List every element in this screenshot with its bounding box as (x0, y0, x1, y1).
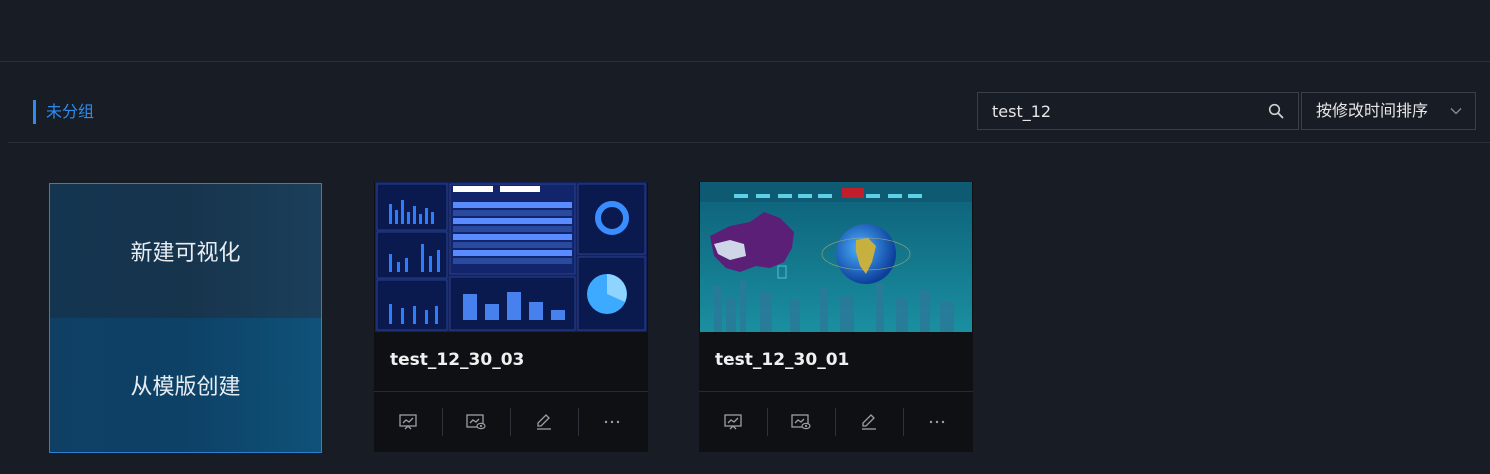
more-icon (929, 420, 945, 424)
project-card[interactable]: test_12_30_01 (699, 182, 973, 452)
present-button[interactable] (374, 406, 442, 438)
create-from-template-label: 从模版创建 (130, 375, 241, 400)
project-card[interactable]: test_12_30_03 (374, 182, 648, 452)
present-button[interactable] (699, 406, 767, 438)
edit-button[interactable] (510, 406, 578, 438)
preview-icon (791, 414, 811, 430)
more-button[interactable] (903, 406, 971, 438)
sort-label: 按修改时间排序 (1316, 101, 1429, 120)
preview-button[interactable] (767, 406, 835, 438)
new-visualization-label: 新建可视化 (130, 241, 241, 266)
create-from-template-button[interactable]: 从模版创建 (50, 318, 321, 452)
top-bar (0, 0, 1490, 62)
map-thumbnail-image (700, 182, 972, 332)
search-icon[interactable] (1268, 103, 1284, 119)
edit-icon (537, 414, 551, 430)
present-icon (724, 414, 742, 430)
group-title: 未分组 (33, 100, 94, 124)
search-input[interactable] (992, 93, 1262, 129)
project-name[interactable]: test_12_30_03 (390, 350, 524, 370)
project-name[interactable]: test_12_30_01 (715, 350, 849, 370)
project-thumbnail[interactable] (700, 182, 972, 332)
create-card: 新建可视化 从模版创建 (49, 183, 322, 453)
sort-select[interactable]: 按修改时间排序 (1301, 92, 1476, 130)
search-box[interactable] (977, 92, 1299, 130)
present-icon (399, 414, 417, 430)
more-button[interactable] (578, 406, 646, 438)
preview-button[interactable] (442, 406, 510, 438)
new-visualization-button[interactable]: 新建可视化 (50, 184, 321, 318)
chevron-down-icon (1450, 108, 1462, 115)
edit-button[interactable] (835, 406, 903, 438)
dashboard-thumbnail-image (375, 182, 647, 332)
project-thumbnail[interactable] (375, 182, 647, 332)
edit-icon (862, 414, 876, 430)
more-icon (604, 420, 620, 424)
project-actions (699, 391, 973, 452)
preview-icon (466, 414, 486, 430)
group-toolbar: 未分组 按修改时间排序 (8, 62, 1490, 143)
project-actions (374, 391, 648, 452)
